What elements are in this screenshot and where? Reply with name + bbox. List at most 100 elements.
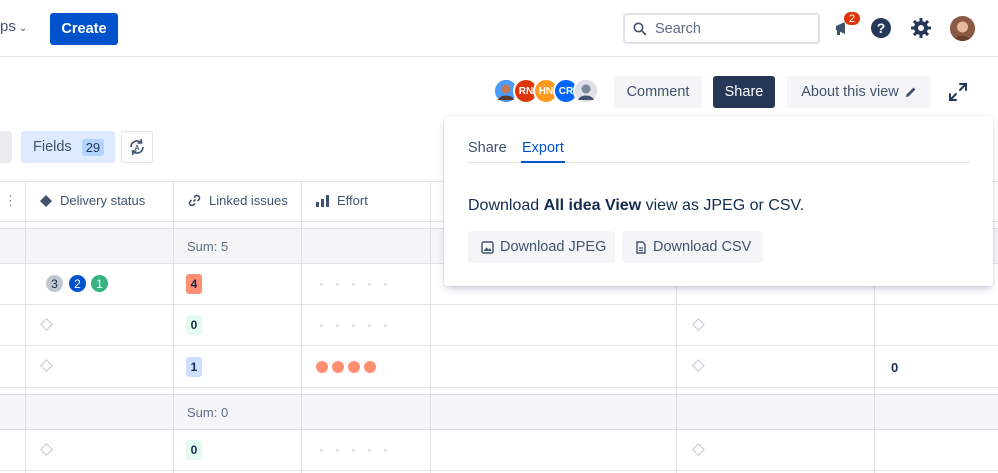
settings-button[interactable] [909, 16, 933, 40]
fullscreen-icon[interactable] [946, 80, 970, 104]
delivery-status-empty-icon[interactable] [40, 359, 53, 372]
create-button[interactable]: Create [50, 13, 118, 45]
chevron-down-icon: ⌄ [18, 23, 28, 34]
apps-menu-label: ps [0, 18, 16, 35]
view-name: All idea View [543, 197, 642, 214]
diamond-icon [40, 194, 52, 207]
effort-dot [368, 449, 371, 452]
linked-issues-count[interactable]: 4 [186, 274, 202, 294]
previous-toolbar-button[interactable] [0, 131, 12, 163]
apps-menu[interactable]: ps ⌄ [0, 18, 27, 35]
effort-dot [336, 449, 339, 452]
group-sum: Sum: 5 [187, 239, 229, 254]
svg-text:?: ? [877, 20, 886, 36]
share-button[interactable]: Share [713, 76, 775, 108]
export-description: Download All idea View view as JPEG or C… [468, 197, 804, 215]
column-divider [173, 181, 174, 473]
effort-dot-filled [316, 361, 328, 373]
notification-count-badge: 2 [843, 11, 861, 26]
column-header-effort[interactable]: Effort [316, 193, 368, 208]
comment-button[interactable]: Comment [614, 76, 702, 108]
search-icon [633, 22, 647, 35]
column-divider [301, 181, 302, 473]
effort-dot [320, 283, 323, 286]
download-jpeg-label: Download JPEG [500, 239, 607, 255]
linked-issues-count[interactable]: 0 [186, 440, 202, 460]
effort-dot [336, 324, 339, 327]
search-input[interactable]: Search [623, 13, 820, 44]
download-jpeg-button[interactable]: Download JPEG [468, 231, 615, 263]
table-divider [0, 429, 998, 430]
column-header-linked-issues[interactable]: Linked issues [188, 193, 288, 208]
svg-text:A: A [134, 145, 139, 152]
column-header-delivery-status[interactable]: Delivery status [40, 193, 145, 208]
avatar[interactable] [573, 78, 599, 104]
linked-issues-count[interactable]: 0 [186, 315, 202, 335]
column-divider [676, 286, 677, 473]
fields-button[interactable]: Fields 29 [21, 131, 115, 163]
status-empty-icon[interactable] [692, 443, 705, 456]
group-sum: Sum: 0 [187, 405, 229, 420]
effort-dot [384, 324, 387, 327]
about-view-button[interactable]: About this view [787, 76, 931, 108]
column-divider [25, 181, 26, 473]
top-navigation: ps ⌄ Create Search 2 ? [0, 0, 998, 57]
image-icon [481, 240, 494, 254]
help-icon: ? [871, 18, 891, 38]
effort-dot [352, 449, 355, 452]
pencil-icon [905, 87, 916, 97]
export-description-suffix: view as JPEG or CSV. [641, 197, 805, 214]
delivery-progress-done[interactable]: 1 [90, 274, 109, 293]
table-divider [0, 304, 998, 305]
user-photo-icon [950, 16, 975, 41]
delivery-progress-todo[interactable]: 3 [45, 274, 64, 293]
effort-dot [368, 283, 371, 286]
help-button[interactable]: ? [869, 16, 893, 40]
table-divider [0, 387, 998, 388]
effort-dot [352, 324, 355, 327]
delivery-progress-in-progress[interactable]: 2 [68, 274, 87, 293]
search-placeholder: Search [655, 20, 701, 37]
share-export-popup: Share Export Download All idea View view… [444, 116, 993, 286]
status-empty-icon[interactable] [692, 359, 705, 372]
effort-dot [320, 324, 323, 327]
delivery-status-empty-icon[interactable] [40, 443, 53, 456]
column-divider [874, 286, 875, 473]
effort-dot-filled [332, 361, 344, 373]
download-csv-button[interactable]: Download CSV [622, 231, 763, 263]
fields-label: Fields [33, 139, 72, 155]
effort-dot [336, 283, 339, 286]
column-header-label: Effort [337, 193, 368, 208]
effort-dot [384, 449, 387, 452]
tab-export[interactable]: Export [522, 140, 564, 156]
table-divider [0, 345, 998, 346]
delivery-status-empty-icon[interactable] [40, 318, 53, 331]
effort-dot [320, 449, 323, 452]
effort-dot [368, 324, 371, 327]
column-header-label: Delivery status [60, 193, 146, 208]
about-view-label: About this view [801, 84, 899, 100]
tab-share[interactable]: Share [468, 140, 507, 156]
effort-dot-filled [364, 361, 376, 373]
effort-dot [384, 283, 387, 286]
status-empty-icon[interactable] [692, 318, 705, 331]
document-icon [636, 240, 646, 254]
effort-dot [352, 283, 355, 286]
linked-issues-count[interactable]: 1 [186, 357, 202, 377]
group-row[interactable] [0, 394, 998, 429]
link-icon [188, 194, 201, 207]
bar-chart-icon [316, 194, 329, 207]
user-photo-icon [575, 80, 597, 102]
refresh-sort-icon: A [130, 138, 144, 156]
numeric-cell[interactable]: 0 [891, 360, 898, 375]
table-divider [0, 394, 998, 395]
column-header-label: Linked issues [209, 193, 288, 208]
column-header-previous[interactable]: ⋮ [4, 193, 17, 209]
user-avatar[interactable] [950, 16, 975, 41]
fields-count-badge: 29 [81, 138, 105, 156]
download-csv-label: Download CSV [653, 239, 752, 255]
active-tab-indicator [521, 161, 565, 163]
column-divider [430, 181, 431, 473]
gear-icon [911, 18, 931, 38]
autosort-button[interactable]: A [121, 131, 153, 163]
